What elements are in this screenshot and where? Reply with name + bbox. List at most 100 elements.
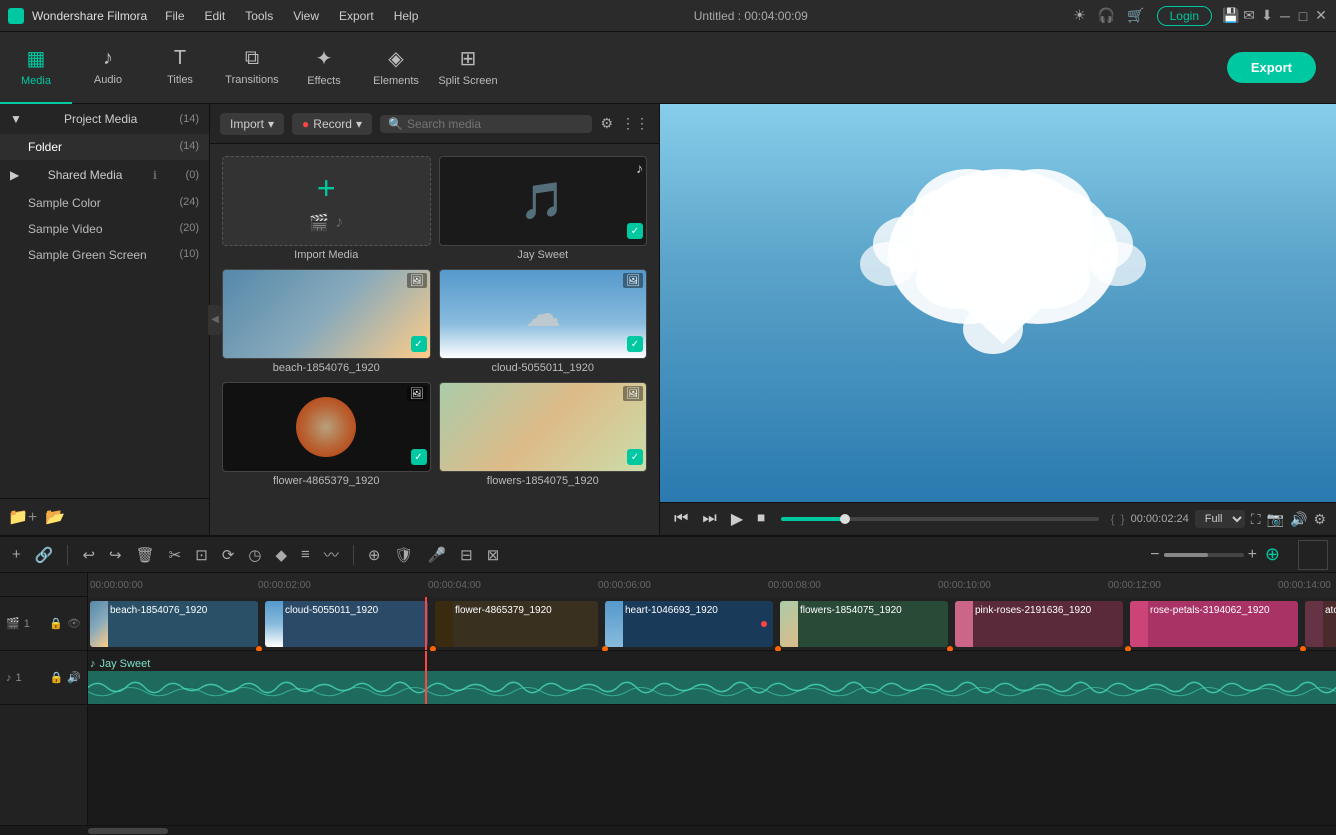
keyframe-button[interactable]: ◆ — [271, 544, 291, 566]
flower-item[interactable]: 🖼 ✓ flower-4865379_1920 — [222, 382, 431, 487]
toolbar-split-screen[interactable]: ⊞ Split Screen — [432, 32, 504, 104]
flowers-check: ✓ — [627, 449, 643, 465]
rotate-button[interactable]: ⟳ — [218, 544, 239, 566]
flowers-item[interactable]: 🖼 ✓ flowers-1854075_1920 — [439, 382, 648, 487]
zoom-in-button[interactable]: + — [1248, 546, 1257, 564]
sun-icon[interactable]: ☀ — [1073, 7, 1086, 24]
play-button[interactable]: ▶ — [727, 507, 747, 531]
jay-check: ✓ — [627, 223, 643, 239]
shield-button[interactable]: 🛡 — [390, 544, 417, 566]
clip-heart[interactable]: heart-1046693_1920 — [605, 601, 773, 647]
fullscreen-button[interactable]: ⛶ — [1251, 511, 1261, 528]
subtitle-button[interactable]: ⊠ — [483, 544, 504, 566]
clip-beach[interactable]: beach-1854076_1920 — [90, 601, 258, 647]
redo-button[interactable]: ↪ — [105, 544, 126, 566]
lock-icon[interactable]: 🔒 — [49, 617, 63, 630]
menu-edit[interactable]: Edit — [195, 5, 236, 27]
clip-pink-roses[interactable]: pink-roses-2191636_1920 — [955, 601, 1123, 647]
timeline-scrollbar[interactable] — [0, 825, 1336, 835]
color-panel-btn[interactable] — [1298, 540, 1328, 570]
ruler-t6: 00:00:06:00 — [598, 580, 651, 591]
folder-item[interactable]: Folder (14) — [0, 134, 209, 160]
clip-flowers[interactable]: flowers-1854075_1920 — [780, 601, 948, 647]
menu-file[interactable]: File — [155, 5, 194, 27]
close-button[interactable]: ✕ — [1314, 9, 1328, 23]
download-icon[interactable]: ⬇ — [1260, 9, 1274, 23]
snap-button[interactable]: ⊕ — [364, 544, 385, 566]
step-back-button[interactable]: ⏭ — [698, 508, 720, 530]
shared-media-expand-icon: ▶ — [10, 168, 19, 182]
cart-icon[interactable]: 🛒 — [1127, 7, 1144, 24]
link-button[interactable]: 🔗 — [31, 544, 58, 566]
menu-view[interactable]: View — [283, 5, 329, 27]
transitions-icon: ⧉ — [245, 47, 259, 70]
toolbar-elements[interactable]: ◈ Elements — [360, 32, 432, 104]
menu-export[interactable]: Export — [329, 5, 384, 27]
record-button[interactable]: ● Record ▾ — [292, 113, 372, 135]
add-folder-icon[interactable]: 📁+ — [8, 507, 37, 527]
timer-button[interactable]: ◷ — [244, 544, 265, 566]
layout-button[interactable]: ⊟ — [456, 544, 477, 566]
sample-video-item[interactable]: Sample Video (20) — [0, 216, 209, 242]
undo-button[interactable]: ↩ — [78, 544, 99, 566]
project-media-header[interactable]: ▼ Project Media (14) — [0, 104, 209, 134]
import-folder-icon[interactable]: 📂 — [45, 507, 65, 527]
login-button[interactable]: Login — [1157, 6, 1212, 26]
crop-button[interactable]: ⊡ — [191, 544, 212, 566]
toolbar-audio[interactable]: ♪ Audio — [72, 32, 144, 104]
audio-volume-icon[interactable]: 🔊 — [67, 671, 81, 684]
left-panel-collapse[interactable]: ◀ — [208, 305, 222, 335]
sample-green-screen-item[interactable]: Sample Green Screen (10) — [0, 242, 209, 268]
clip-rose-petals[interactable]: rose-petals-3194062_1920 — [1130, 601, 1298, 647]
toolbar-titles[interactable]: T Titles — [144, 32, 216, 104]
mic-button[interactable]: 🎤 — [423, 544, 450, 566]
import-button[interactable]: Import ▾ — [220, 113, 284, 135]
minimize-button[interactable]: ─ — [1278, 9, 1292, 23]
clip-ato[interactable]: ato... — [1305, 601, 1336, 647]
toolbar-transitions-label: Transitions — [225, 74, 278, 86]
clip-flower[interactable]: flower-4865379_1920 — [435, 601, 598, 647]
split-button[interactable]: ≡ — [297, 544, 314, 565]
mail-icon[interactable]: ✉ — [1242, 9, 1256, 23]
sample-color-item[interactable]: Sample Color (24) — [0, 190, 209, 216]
import-media-item[interactable]: + 🎬 ♪ Import Media — [222, 156, 431, 261]
save-icon[interactable]: 💾 — [1224, 9, 1238, 23]
toolbar-media[interactable]: ▦ Media — [0, 32, 72, 104]
app-name: Wondershare Filmora — [32, 9, 147, 23]
add-track-button[interactable]: + — [8, 544, 25, 565]
folder-label: Folder — [28, 140, 62, 154]
delete-button[interactable]: 🗑 — [132, 544, 159, 566]
toolbar-effects[interactable]: ✦ Effects — [288, 32, 360, 104]
screenshot-button[interactable]: 📷 — [1267, 511, 1284, 528]
quality-select[interactable]: Full 1/2 1/4 — [1195, 510, 1245, 528]
volume-button[interactable]: 🔊 — [1290, 511, 1307, 528]
menu-tools[interactable]: Tools — [235, 5, 283, 27]
timeline-toolbar: + 🔗 ↩ ↪ 🗑 ✂ ⊡ ⟳ ◷ ◆ ≡ 〰 ⊕ 🛡 🎤 ⊟ ⊠ − — [0, 537, 1336, 573]
media-toolbar: Import ▾ ● Record ▾ 🔍 ⚙ ⋮⋮ — [210, 104, 659, 144]
jay-sweet-label: Jay Sweet — [439, 249, 648, 261]
stop-button[interactable]: ⏹ — [753, 508, 769, 530]
preview-progress-bar[interactable] — [781, 517, 1098, 521]
headphone-icon[interactable]: 🎧 — [1098, 7, 1115, 24]
maximize-button[interactable]: □ — [1296, 9, 1310, 23]
eye-icon[interactable]: 👁 — [67, 617, 81, 630]
fit-button[interactable]: ⊕ — [1261, 542, 1284, 567]
menu-help[interactable]: Help — [384, 5, 429, 27]
settings-button[interactable]: ⚙ — [1313, 511, 1326, 528]
grid-view-button[interactable]: ⋮⋮ — [621, 115, 649, 132]
search-input[interactable] — [407, 117, 584, 131]
export-button[interactable]: Export — [1227, 52, 1316, 83]
filter-button[interactable]: ⚙ — [600, 115, 613, 132]
zoom-out-button[interactable]: − — [1150, 546, 1159, 564]
zoom-slider[interactable] — [1164, 553, 1244, 557]
cloud-item[interactable]: ☁ 🖼 ✓ cloud-5055011_1920 — [439, 269, 648, 374]
rewind-button[interactable]: ⏮ — [670, 508, 692, 530]
toolbar-transitions[interactable]: ⧉ Transitions — [216, 32, 288, 104]
jay-sweet-item[interactable]: 🎵 ♪ ✓ Jay Sweet — [439, 156, 648, 261]
beach-item[interactable]: 🖼 ✓ beach-1854076_1920 — [222, 269, 431, 374]
audio-lock-icon[interactable]: 🔒 — [50, 671, 64, 684]
clip-cloud[interactable]: cloud-5055011_1920 — [265, 601, 428, 647]
audio-wave-btn[interactable]: 〰 — [320, 542, 343, 567]
shared-media-header[interactable]: ▶ Shared Media ℹ (0) — [0, 160, 209, 190]
cut-button[interactable]: ✂ — [165, 544, 186, 566]
